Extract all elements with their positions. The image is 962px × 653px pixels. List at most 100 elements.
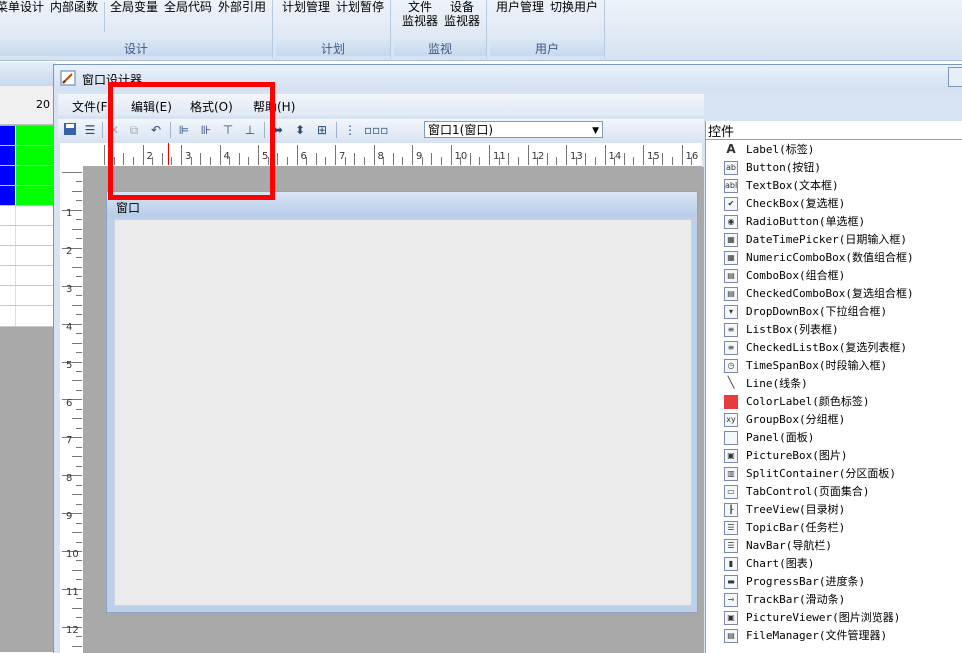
plan-pause-button[interactable]: 计划暂停 — [336, 0, 384, 14]
ruler-tick — [72, 304, 82, 306]
toolbox-item[interactable]: ▬ ProgressBar(进度条) — [724, 573, 962, 591]
ruler-tick — [604, 145, 606, 165]
ruler-tick — [633, 157, 635, 165]
ruler-tick — [72, 456, 82, 458]
ruler-tick — [104, 145, 105, 165]
toolbox-item[interactable]: xy GroupBox(分组框) — [724, 411, 962, 429]
toolbox-item[interactable]: A Label(标签) — [726, 141, 962, 159]
toolbox-item[interactable]: ▤ FileManager(文件管理器) — [724, 627, 962, 645]
button-icon: ab — [724, 161, 738, 175]
ruler-tick — [671, 157, 673, 165]
toolbox-item[interactable]: ◉ RadioButton(单选框) — [724, 213, 962, 231]
internal-functions-button[interactable]: 内部函数 — [50, 0, 98, 14]
form-selector-value: 窗口1(窗口) — [428, 123, 493, 137]
horizontal-spacing-icon[interactable]: ▫▫▫ — [364, 122, 388, 138]
global-variables-button[interactable]: 全局变量 — [110, 0, 158, 14]
toolbox-item[interactable]: ┠ TreeView(目录树) — [724, 501, 962, 519]
ruler-tick — [277, 153, 279, 165]
toolbox-item[interactable]: ☰ NavBar(导航栏) — [724, 537, 962, 555]
toolbox-item[interactable]: ╲ Line(线条) — [726, 375, 962, 393]
form-selector-combo[interactable]: 窗口1(窗口) ▼ — [424, 121, 603, 138]
ruler-tick — [72, 266, 82, 268]
ruler-number: 11 — [493, 151, 506, 162]
ruler-tick — [681, 145, 683, 165]
ruler-tick — [469, 153, 471, 165]
toolbox-item[interactable]: ▮ Chart(图表) — [724, 555, 962, 573]
menu-file[interactable]: 文件(F) — [72, 98, 112, 115]
toolbox-item-label: ComboBox(组合框) — [746, 269, 846, 282]
form-body[interactable] — [114, 219, 692, 606]
file-monitor-line2: 监视器 — [402, 14, 439, 28]
device-monitor-button[interactable]: 设备 监视器 — [444, 0, 480, 28]
toolbox-item[interactable]: Panel(面板) — [724, 429, 962, 447]
save-icon[interactable] — [62, 122, 78, 138]
close-button[interactable] — [948, 67, 962, 87]
switch-user-button[interactable]: 切换用户 — [550, 0, 598, 14]
toolbox-item[interactable]: ▥ SplitContainer(分区面板) — [724, 465, 962, 483]
toolbox-item-label: TrackBar(滑动条) — [746, 593, 846, 606]
ruler-number: 5 — [66, 359, 73, 371]
ruler-number: 3 — [66, 283, 73, 295]
progress-icon: ▬ — [724, 575, 738, 589]
toolbox-item-label: Chart(图表) — [746, 557, 815, 570]
listbox-icon: ≡ — [724, 323, 738, 337]
file-monitor-button[interactable]: 文件 监视器 — [402, 0, 438, 28]
toolbox-item[interactable]: ▣ PictureViewer(图片浏览器) — [724, 609, 962, 627]
same-height-icon[interactable]: ⬍ — [292, 122, 308, 138]
form-title: 窗口 — [116, 201, 141, 215]
toolbox-item[interactable]: ▤ ComboBox(组合框) — [724, 267, 962, 285]
toolbox-item[interactable]: ▭ TabControl(页面集合) — [724, 483, 962, 501]
toolbox-item[interactable]: ▾ DropDownBox(下拉组合框) — [724, 303, 962, 321]
ruler-tick — [556, 157, 558, 165]
form-window[interactable]: 窗口 — [106, 191, 698, 613]
properties-icon[interactable]: ☰ — [82, 122, 98, 138]
ruler-tick — [76, 560, 82, 562]
ruler-tick — [76, 484, 82, 486]
ruler-tick — [76, 238, 82, 240]
toolbox-item[interactable]: ab Button(按钮) — [724, 159, 962, 177]
navbar-icon: ☰ — [724, 539, 738, 553]
ruler-tick — [76, 200, 82, 202]
ruler-number: 6 — [300, 151, 307, 162]
toolbox-item[interactable]: ▣ PictureBox(图片) — [724, 447, 962, 465]
toolbox-item-label: DateTimePicker(日期输入框) — [746, 233, 907, 246]
user-management-button[interactable]: 用户管理 — [496, 0, 544, 14]
toolbox-item[interactable]: abl TextBox(文本框) — [724, 177, 962, 195]
external-reference-button[interactable]: 外部引用 — [218, 0, 266, 14]
toolbox-item[interactable]: ≡ ListBox(列表框) — [724, 321, 962, 339]
background-row — [0, 306, 56, 327]
toolbox-item[interactable]: ▦ DateTimePicker(日期输入框) — [724, 231, 962, 249]
dropdown-icon: ▾ — [724, 305, 738, 319]
global-code-button[interactable]: 全局代码 — [164, 0, 212, 14]
ruler-number: 8 — [66, 473, 73, 485]
ruler-tick — [76, 257, 82, 259]
plan-management-button[interactable]: 计划管理 — [282, 0, 330, 14]
toolbox-item[interactable]: ◷ TimeSpanBox(时段输入框) — [724, 357, 962, 375]
ruler-tick — [431, 153, 433, 165]
toolbox-item[interactable]: ▤ CheckedComboBox(复选组合框) — [724, 285, 962, 303]
toolbox-item[interactable]: ☰ TopicBar(任务栏) — [724, 519, 962, 537]
ruler-tick — [72, 494, 82, 496]
toolbox-item[interactable]: ✔ CheckBox(复选框) — [724, 195, 962, 213]
ruler-tick — [594, 157, 596, 165]
toolbox-item[interactable]: ⊸ TrackBar(滑动条) — [724, 591, 962, 609]
clock-icon: ◷ — [724, 359, 738, 373]
toolbox-item-label: NumericComboBox(数值组合框) — [746, 251, 914, 264]
design-canvas[interactable]: 窗口 — [84, 167, 704, 653]
toolbox-item[interactable]: ColorLabel(颜色标签) — [724, 393, 962, 411]
ruler-tick — [76, 579, 82, 581]
background-row — [0, 266, 56, 286]
ruler-tick — [76, 389, 82, 391]
device-monitor-line1: 设备 — [450, 0, 475, 14]
color-label-icon — [724, 395, 738, 409]
toolbox-item[interactable]: ▦ NumericComboBox(数值组合框) — [724, 249, 962, 267]
picture-icon: ▣ — [724, 449, 738, 463]
menu-design-button[interactable]: 菜单设计 — [0, 0, 44, 14]
same-size-icon[interactable]: ⊞ — [314, 122, 330, 138]
topicbar-icon: ☰ — [724, 521, 738, 535]
vertical-spacing-icon[interactable]: ⋮ — [342, 122, 358, 138]
ruler-tick — [325, 157, 327, 165]
ruler-tick — [72, 190, 82, 192]
toolbox-item[interactable]: ≡ CheckedListBox(复选列表框) — [724, 339, 962, 357]
background-row — [0, 206, 56, 226]
